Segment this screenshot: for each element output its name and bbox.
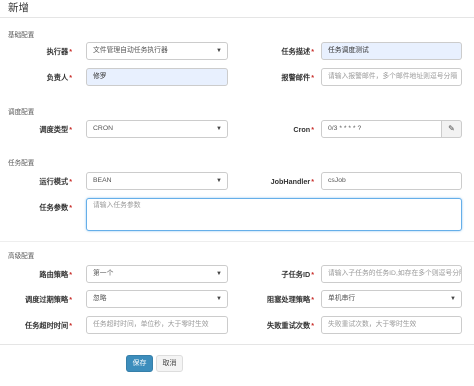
job-param-label: 任务参数* (39, 203, 72, 212)
block-strategy-label: 阻塞处理策略* (267, 295, 314, 304)
schedule-type-label: 调度类型* (39, 125, 72, 134)
executor-select[interactable]: 文件管理自动任务执行器 ▼ (86, 42, 228, 60)
edit-icon: ✎ (448, 124, 455, 133)
author-input[interactable]: 修罗 (86, 68, 228, 86)
misfire-strategy-label: 调度过期策略* (25, 295, 72, 304)
route-strategy-select[interactable]: 第一个 ▼ (86, 265, 228, 283)
run-mode-label: 运行模式* (39, 177, 72, 186)
fail-retry-label: 失败重试次数* (267, 321, 314, 330)
alarm-email-label: 报警邮件* (281, 73, 314, 82)
alarm-email-input[interactable]: 请输入报警邮件，多个邮件地址则逗号分隔 (321, 68, 462, 86)
section-schedule: 调度配置 (8, 109, 35, 116)
route-strategy-label: 路由策略* (39, 270, 72, 279)
save-button[interactable]: 保存 (126, 355, 153, 372)
schedule-type-select[interactable]: CRON ▼ (86, 120, 228, 138)
job-handler-input[interactable]: csJob (321, 172, 462, 190)
section-advanced: 高级配置 (8, 253, 35, 260)
run-mode-select[interactable]: BEAN ▼ (86, 172, 228, 190)
chevron-down-icon: ▼ (216, 48, 222, 54)
dialog-title: 新增 (8, 2, 29, 14)
job-desc-input[interactable]: 任务调度测试 (321, 42, 462, 60)
cancel-button[interactable]: 取消 (156, 355, 183, 372)
child-job-id-label: 子任务ID* (281, 270, 314, 279)
block-strategy-select[interactable]: 单机串行 ▼ (321, 290, 462, 308)
footer-divider (0, 344, 474, 345)
chevron-down-icon: ▼ (216, 271, 222, 277)
cron-input[interactable]: 0/3 * * * * ? (321, 120, 442, 138)
child-job-id-input[interactable]: 请输入子任务的任务ID,如存在多个则逗号分隔 (321, 265, 462, 283)
fail-retry-input[interactable]: 失败重试次数，大于零时生效 (321, 316, 462, 334)
chevron-down-icon: ▼ (450, 296, 456, 302)
author-label: 负责人* (46, 73, 72, 82)
job-desc-label: 任务描述* (281, 47, 314, 56)
chevron-down-icon: ▼ (216, 178, 222, 184)
cron-edit-button[interactable]: ✎ (442, 120, 462, 138)
chevron-down-icon: ▼ (216, 126, 222, 132)
misfire-strategy-select[interactable]: 忽略 ▼ (86, 290, 228, 308)
section-divider (0, 241, 474, 242)
job-param-textarea[interactable]: 请输入任务参数 (86, 198, 462, 231)
timeout-input[interactable]: 任务超时时间，单位秒，大于零时生效 (86, 316, 228, 334)
section-task: 任务配置 (8, 160, 35, 167)
cron-label: Cron* (293, 125, 314, 134)
header-divider (0, 17, 474, 18)
timeout-label: 任务超时时间* (25, 321, 72, 330)
section-base: 基础配置 (8, 32, 35, 39)
job-handler-label: JobHandler* (270, 177, 314, 186)
chevron-down-icon: ▼ (216, 296, 222, 302)
executor-label: 执行器* (46, 47, 72, 56)
